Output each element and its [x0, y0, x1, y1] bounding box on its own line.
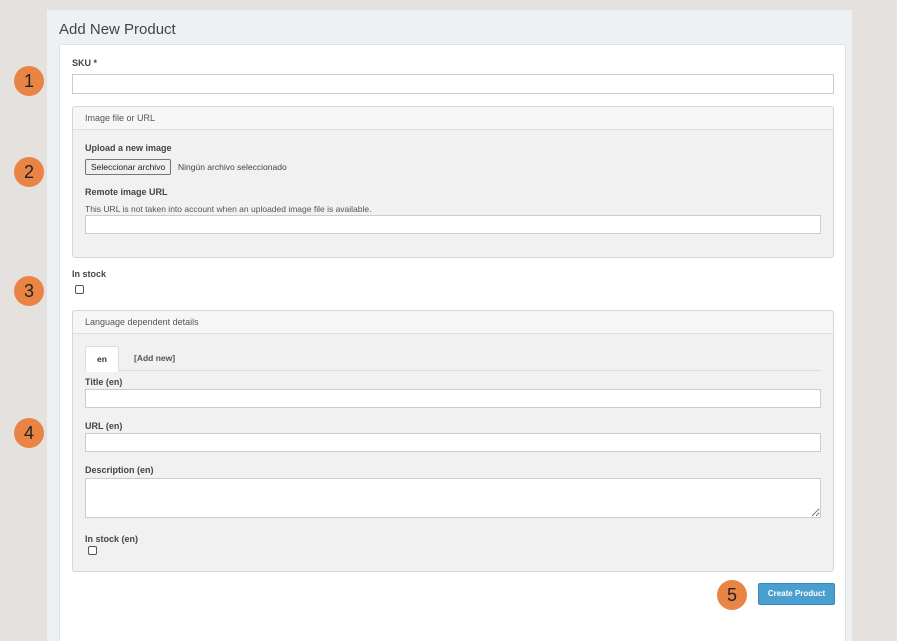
- language-panel-body: en [Add new] Title (en) URL (en) Descrip…: [73, 334, 833, 571]
- step-marker-2: 2: [14, 157, 44, 187]
- step-marker-4: 4: [14, 418, 44, 448]
- title-en-label: Title (en): [85, 377, 123, 387]
- tab-en[interactable]: en: [85, 346, 119, 372]
- page-title: Add New Product: [59, 21, 176, 38]
- description-en-textarea[interactable]: [85, 478, 821, 518]
- description-en-label: Description (en): [85, 465, 154, 475]
- choose-file-button[interactable]: Seleccionar archivo: [85, 159, 172, 175]
- url-en-input[interactable]: [85, 433, 821, 452]
- create-product-button[interactable]: Create Product: [758, 583, 835, 605]
- language-panel: Language dependent details en [Add new] …: [72, 310, 834, 572]
- remote-image-url-input[interactable]: [85, 215, 821, 234]
- language-tabs: en [Add new]: [85, 346, 821, 372]
- upload-image-label: Upload a new image: [85, 143, 172, 153]
- in-stock-checkbox[interactable]: [75, 285, 84, 294]
- url-en-label: URL (en): [85, 421, 123, 431]
- image-panel: Image file or URL Upload a new image Sel…: [72, 106, 834, 258]
- remote-image-url-help: This URL is not taken into account when …: [85, 204, 372, 214]
- in-stock-en-checkbox[interactable]: [88, 546, 97, 555]
- page-container: Add New Product SKU * Image file or URL …: [47, 10, 852, 641]
- in-stock-en-label: In stock (en): [85, 534, 139, 544]
- sku-label: SKU *: [72, 58, 98, 68]
- sku-input[interactable]: [72, 74, 834, 94]
- step-marker-5: 5: [717, 580, 747, 610]
- image-panel-heading: Image file or URL: [73, 107, 833, 130]
- remote-image-url-label: Remote image URL: [85, 187, 168, 197]
- in-stock-label: In stock: [72, 269, 107, 279]
- product-form-panel: SKU * Image file or URL Upload a new ima…: [59, 44, 846, 641]
- tab-add-new[interactable]: [Add new]: [123, 346, 186, 371]
- step-marker-1: 1: [14, 66, 44, 96]
- title-en-input[interactable]: [85, 389, 821, 408]
- step-marker-3: 3: [14, 276, 44, 306]
- file-status-text: Ningún archivo seleccionado: [178, 162, 287, 172]
- language-panel-heading: Language dependent details: [73, 311, 833, 334]
